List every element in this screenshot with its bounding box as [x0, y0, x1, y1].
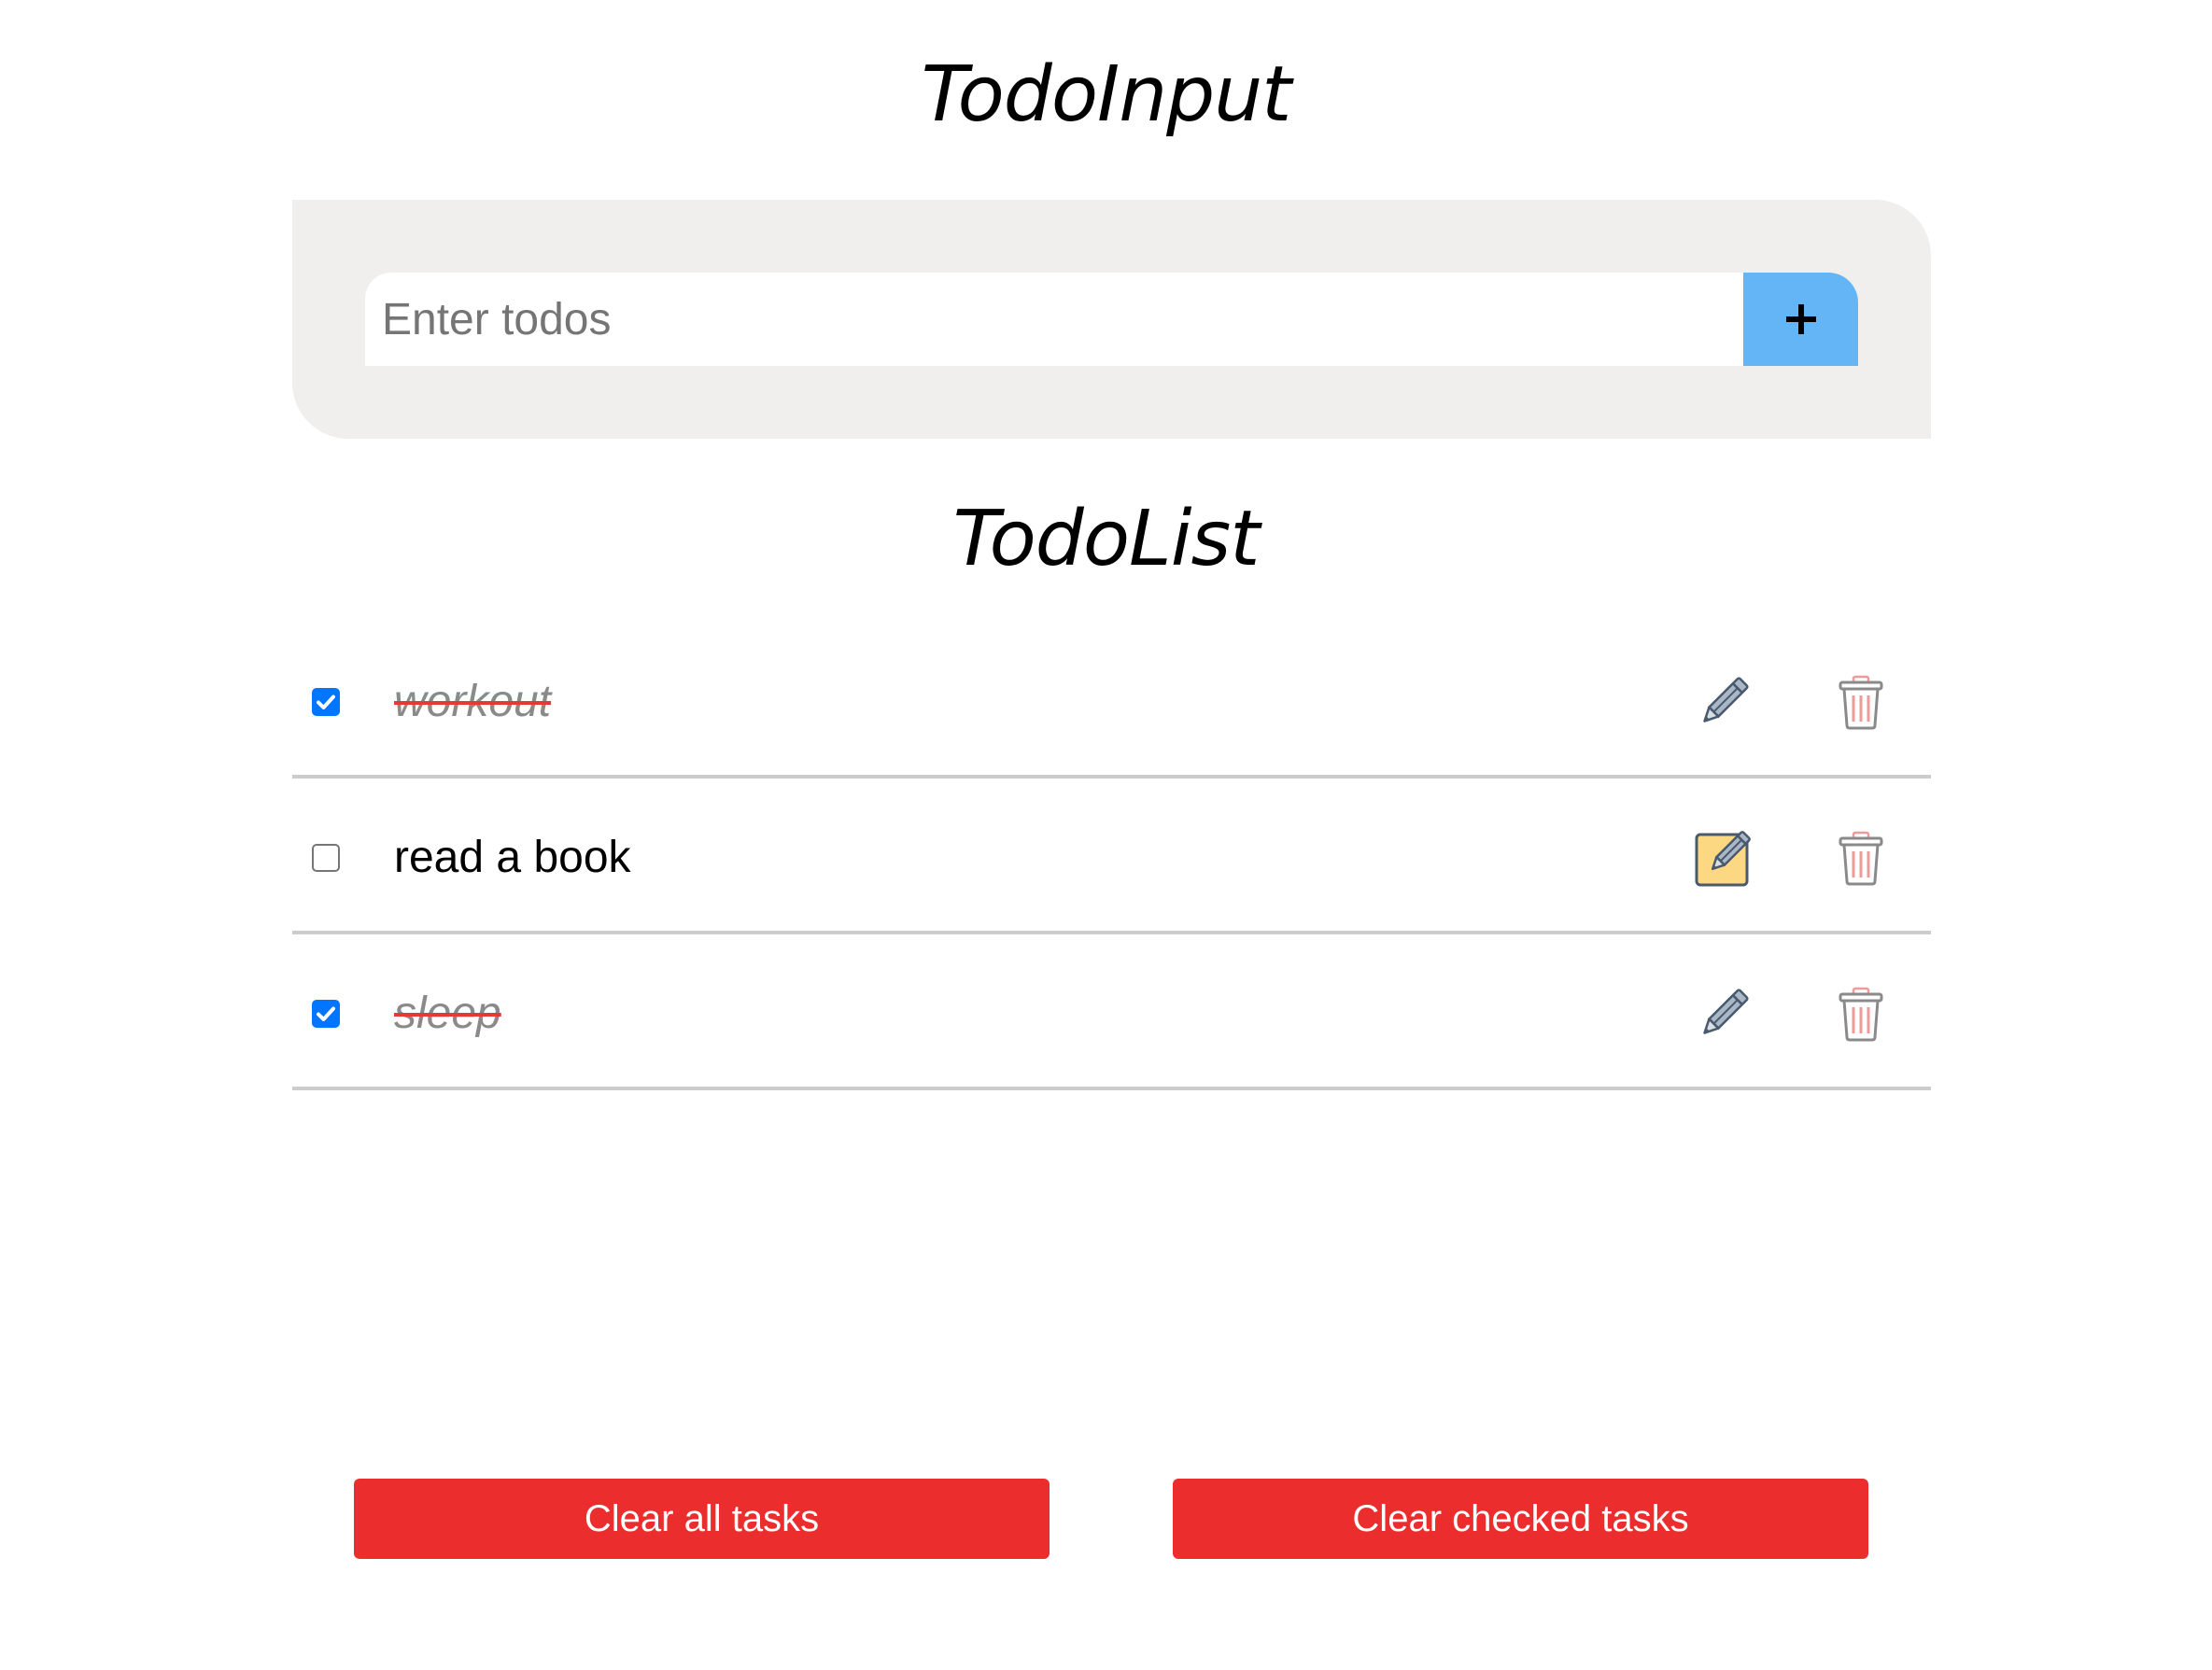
delete-button[interactable] — [1830, 827, 1892, 889]
todo-item: workout — [292, 623, 1931, 779]
trash-icon — [1839, 675, 1883, 730]
trash-icon — [1839, 831, 1883, 886]
trash-icon — [1839, 987, 1883, 1042]
pencil-icon — [1703, 989, 1749, 1034]
todo-text: workout — [394, 677, 552, 726]
pencil-icon — [1703, 677, 1749, 723]
edit-button[interactable] — [1693, 827, 1754, 889]
clear-all-tasks-button[interactable]: Clear all tasks — [354, 1479, 1050, 1559]
todo-item: sleep — [292, 934, 1931, 1090]
todo-checkbox[interactable] — [312, 1000, 340, 1028]
edit-button[interactable] — [1693, 671, 1754, 733]
checkmark-icon — [317, 1006, 335, 1021]
edit-button[interactable] — [1693, 983, 1754, 1045]
todo-input-field[interactable] — [365, 273, 1743, 366]
todo-checkbox[interactable] — [312, 844, 340, 872]
edit-note-icon — [1695, 831, 1751, 887]
plus-icon — [1785, 304, 1816, 334]
todo-checkbox[interactable] — [312, 688, 340, 716]
clear-checked-tasks-button[interactable]: Clear checked tasks — [1173, 1479, 1868, 1559]
todo-list: workout read a book sleep — [292, 623, 1931, 1090]
todo-text: sleep — [394, 989, 501, 1038]
delete-button[interactable] — [1830, 671, 1892, 733]
checkmark-icon — [317, 695, 335, 709]
todo-input-title: TodoInput — [921, 50, 1292, 139]
add-todo-button[interactable] — [1743, 273, 1858, 366]
delete-button[interactable] — [1830, 983, 1892, 1045]
todo-text: read a book — [394, 833, 631, 882]
todo-list-title: TodoList — [952, 495, 1261, 583]
todo-item: read a book — [292, 779, 1931, 934]
todo-input-panel — [292, 200, 1931, 439]
